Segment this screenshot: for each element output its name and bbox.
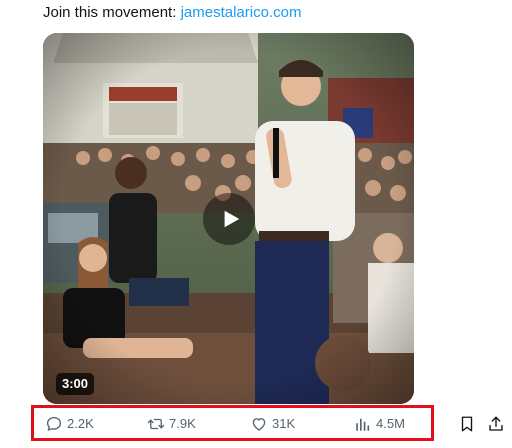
reply-count: 2.2K (67, 416, 94, 431)
views-button[interactable]: 4.5M (354, 414, 405, 434)
repost-button[interactable]: 7.9K (147, 414, 196, 434)
bookmark-button[interactable] (457, 414, 477, 434)
share-button[interactable] (486, 414, 506, 434)
views-count: 4.5M (376, 416, 405, 431)
tweet-link[interactable]: jamestalarico.com (181, 4, 302, 21)
bar-chart-icon (356, 418, 370, 431)
repost-count: 7.9K (169, 416, 196, 431)
play-icon (224, 210, 240, 228)
heart-icon (252, 418, 266, 431)
repost-icon (147, 418, 165, 430)
video-player[interactable] (43, 33, 414, 404)
tweet-text-prefix: Join this movement: (43, 4, 181, 21)
play-button[interactable] (203, 193, 255, 245)
like-count: 31K (272, 416, 296, 431)
bookmark-icon (461, 416, 473, 432)
video-duration-badge: 3:00 (56, 373, 95, 395)
reply-icon (46, 416, 62, 431)
tweet-text: Join this movement: jamestalarico.com (43, 4, 301, 22)
reply-button[interactable]: 2.2K (45, 414, 94, 434)
like-button[interactable]: 31K (250, 414, 295, 434)
share-icon (489, 416, 503, 431)
